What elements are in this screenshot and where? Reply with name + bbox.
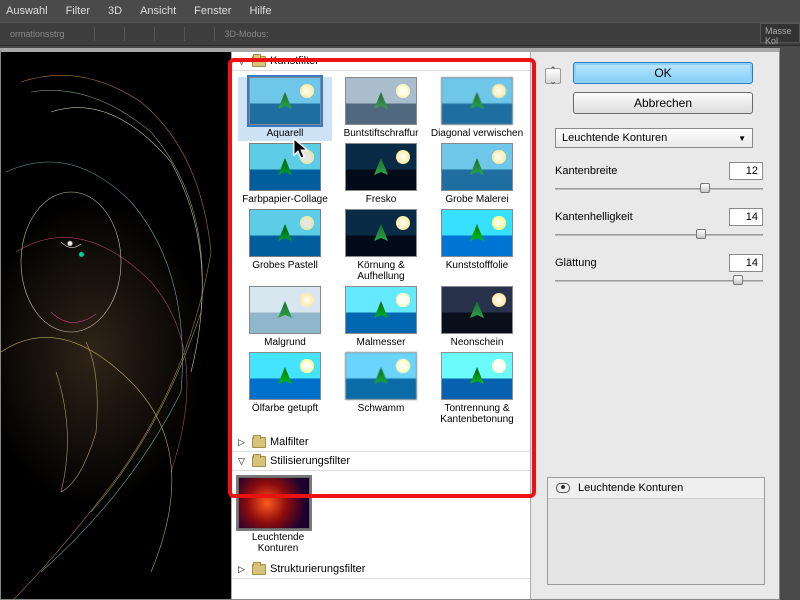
options-bar: ormationsstrg 3D-Modus: [0,22,800,46]
param-label: Kantenhelligkeit [555,211,633,223]
kantenbreite-input[interactable] [729,162,763,180]
app-menubar: Auswahl Filter 3D Ansicht Fenster Hilfe [0,0,800,22]
disclosure-right-icon: ▷ [238,564,248,575]
thumb-label: Malgrund [238,337,332,348]
thumb-label: Buntstiftschraffur [334,128,428,139]
thumb-kunststoff[interactable]: Kunststofffolie [430,209,524,284]
category-kunstfilter: ▽ Kunstfilter Aquarell Buntstiftschraffu… [232,52,530,433]
kantenhelligkeit-input[interactable] [729,208,763,226]
thumb-label: Kunststofffolie [430,260,524,271]
category-label: Stilisierungsfilter [270,455,350,467]
thumb-grobe-malerei[interactable]: Grobe Malerei [430,143,524,207]
menu-auswahl[interactable]: Auswahl [6,5,48,17]
disclosure-down-icon: ▽ [238,56,248,67]
menu-filter[interactable]: Filter [66,5,90,17]
folder-icon [252,456,266,467]
kantenhelligkeit-slider[interactable] [555,228,763,242]
thumb-fresko[interactable]: Fresko [334,143,428,207]
visibility-eye-icon[interactable] [556,483,570,493]
param-label: Glättung [555,257,597,269]
chevron-down-icon: ▼ [738,134,746,143]
thumb-label: Grobes Pastell [238,260,332,271]
options-label: ormationsstrg [10,29,65,39]
thumb-label: Ölfarbe getupft [238,403,332,414]
applied-effects-list[interactable]: Leuchtende Konturen [547,477,765,585]
thumb-neonschein[interactable]: Neonschein [430,286,524,350]
disclosure-right-icon: ▷ [238,437,248,448]
thumb-leuchtende-konturen[interactable]: Leuchtende Konturen [238,477,318,554]
param-label: Kantenbreite [555,165,617,177]
category-label: Malfilter [270,436,309,448]
category-header-malfilter[interactable]: ▷ Malfilter [232,433,530,452]
category-header-strukturierung[interactable]: ▷ Strukturierungsfilter [232,560,530,579]
thumb-label: Körnung & Aufhellung [334,260,428,282]
folder-icon [252,564,266,575]
effect-label: Leuchtende Konturen [578,482,683,494]
thumb-label: Aquarell [238,128,332,139]
disclosure-down-icon: ▽ [238,456,248,467]
dropdown-value: Leuchtende Konturen [562,132,667,144]
folder-icon [252,437,266,448]
thumb-label: Tontrennung & Kantenbetonung [430,403,524,425]
thumb-malmesser[interactable]: Malmesser [334,286,428,350]
param-glaettung: Glättung [555,254,763,272]
glaettung-slider[interactable] [555,274,763,288]
thumb-label: Grobe Malerei [430,194,524,205]
category-label: Strukturierungsfilter [270,563,365,575]
filter-preview[interactable] [1,52,231,599]
param-kantenbreite: Kantenbreite [555,162,763,180]
thumb-label: Farbpapier-Collage [238,194,332,205]
thumb-farbpapier[interactable]: Farbpapier-Collage [238,143,332,207]
chevron-toggle-icon[interactable]: ⌃⌄ [545,68,561,84]
thumb-label: Schwamm [334,403,428,414]
thumb-label: Fresko [334,194,428,205]
glaettung-input[interactable] [729,254,763,272]
filter-gallery-dialog: ▽ Kunstfilter Aquarell Buntstiftschraffu… [0,48,780,600]
thumb-label: Diagonal verwischen [430,128,524,139]
thumb-label: Leuchtende Konturen [238,532,318,554]
thumb-koernung[interactable]: Körnung & Aufhellung [334,209,428,284]
menu-hilfe[interactable]: Hilfe [249,5,271,17]
thumb-diagonal[interactable]: Diagonal verwischen [430,77,524,141]
param-kantenhelligkeit: Kantenhelligkeit [555,208,763,226]
panel-tab[interactable]: Masse Kol [760,23,800,43]
category-label: Kunstfilter [270,55,319,67]
thumb-aquarell[interactable]: Aquarell [238,77,332,141]
kantenbreite-slider[interactable] [555,182,763,196]
menu-fenster[interactable]: Fenster [194,5,231,17]
cancel-button[interactable]: Abbrechen [573,92,753,114]
menu-3d[interactable]: 3D [108,5,122,17]
filter-settings-panel: ⌃⌄ OK Abbrechen Leuchtende Konturen ▼ Ka… [531,52,779,599]
category-header-stilisierung[interactable]: ▽ Stilisierungsfilter [232,452,530,471]
menu-ansicht[interactable]: Ansicht [140,5,176,17]
thumb-oelfarbe[interactable]: Ölfarbe getupft [238,352,332,427]
thumb-label: Malmesser [334,337,428,348]
category-header-kunstfilter[interactable]: ▽ Kunstfilter [232,52,530,71]
filter-category-list[interactable]: ▽ Kunstfilter Aquarell Buntstiftschraffu… [231,52,531,599]
thumb-malgrund[interactable]: Malgrund [238,286,332,350]
thumb-label: Neonschein [430,337,524,348]
ok-button[interactable]: OK [573,62,753,84]
mode3d-label: 3D-Modus: [225,29,269,39]
thumb-buntstift[interactable]: Buntstiftschraffur [334,77,428,141]
thumb-schwamm[interactable]: Schwamm [334,352,428,427]
thumb-grobes-pastell[interactable]: Grobes Pastell [238,209,332,284]
filter-select-dropdown[interactable]: Leuchtende Konturen ▼ [555,128,753,148]
thumb-tontrennung[interactable]: Tontrennung & Kantenbetonung [430,352,524,427]
effect-row[interactable]: Leuchtende Konturen [548,478,764,499]
folder-icon [252,56,266,67]
